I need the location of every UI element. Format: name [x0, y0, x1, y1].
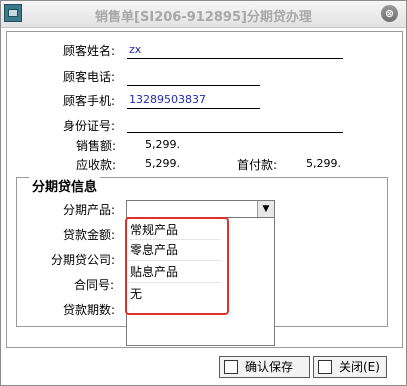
id-number-label: 身份证号: [63, 119, 116, 133]
installment-company-label: 分期贷公司: [51, 253, 116, 267]
highlight-box [125, 217, 229, 315]
customer-phone-underline [127, 85, 260, 86]
chevron-down-icon[interactable]: ▼ [257, 201, 274, 218]
down-payment-value: 5,299. [306, 157, 341, 170]
customer-name-underline [127, 58, 343, 59]
title-bar: 销售单[SI206-912895]分期贷办理 ⊗ [1, 1, 406, 28]
down-payment-label: 首付款: [237, 158, 278, 172]
installment-group-title: 分期贷信息 [29, 176, 101, 195]
confirm-save-label: 确认保存 [245, 360, 294, 374]
receivable-value: 5,299. [145, 157, 180, 170]
exit-icon [318, 360, 332, 374]
close-button[interactable]: 关闭(E) [313, 356, 387, 378]
installment-product-label: 分期产品: [63, 203, 116, 217]
customer-phone-label: 顾客电话: [63, 70, 116, 84]
sales-amount-value: 5,299. [145, 138, 180, 151]
confirm-save-button[interactable]: 确认保存 [219, 356, 310, 378]
customer-name-field[interactable]: zx [129, 43, 141, 56]
save-icon [224, 360, 238, 374]
loan-periods-label: 贷款期数: [63, 303, 116, 317]
customer-mobile-label: 顾客手机: [63, 94, 116, 108]
installment-dialog: 销售单[SI206-912895]分期贷办理 ⊗ 顾客姓名: zx 顾客电话: … [0, 0, 407, 386]
loan-amount-label: 贷款金额: [63, 228, 116, 242]
customer-mobile-underline [127, 108, 260, 109]
sales-amount-label: 销售额: [76, 139, 117, 153]
receivable-label: 应收款: [76, 158, 117, 172]
close-label: 关闭(E) [339, 360, 380, 374]
window-title: 销售单[SI206-912895]分期贷办理 [95, 10, 312, 25]
contract-number-label: 合同号: [74, 278, 115, 292]
customer-mobile-field[interactable]: 13289503837 [129, 93, 206, 106]
id-number-underline [127, 132, 343, 133]
close-window-button[interactable]: ⊗ [381, 5, 398, 22]
customer-name-label: 顾客姓名: [63, 44, 116, 58]
